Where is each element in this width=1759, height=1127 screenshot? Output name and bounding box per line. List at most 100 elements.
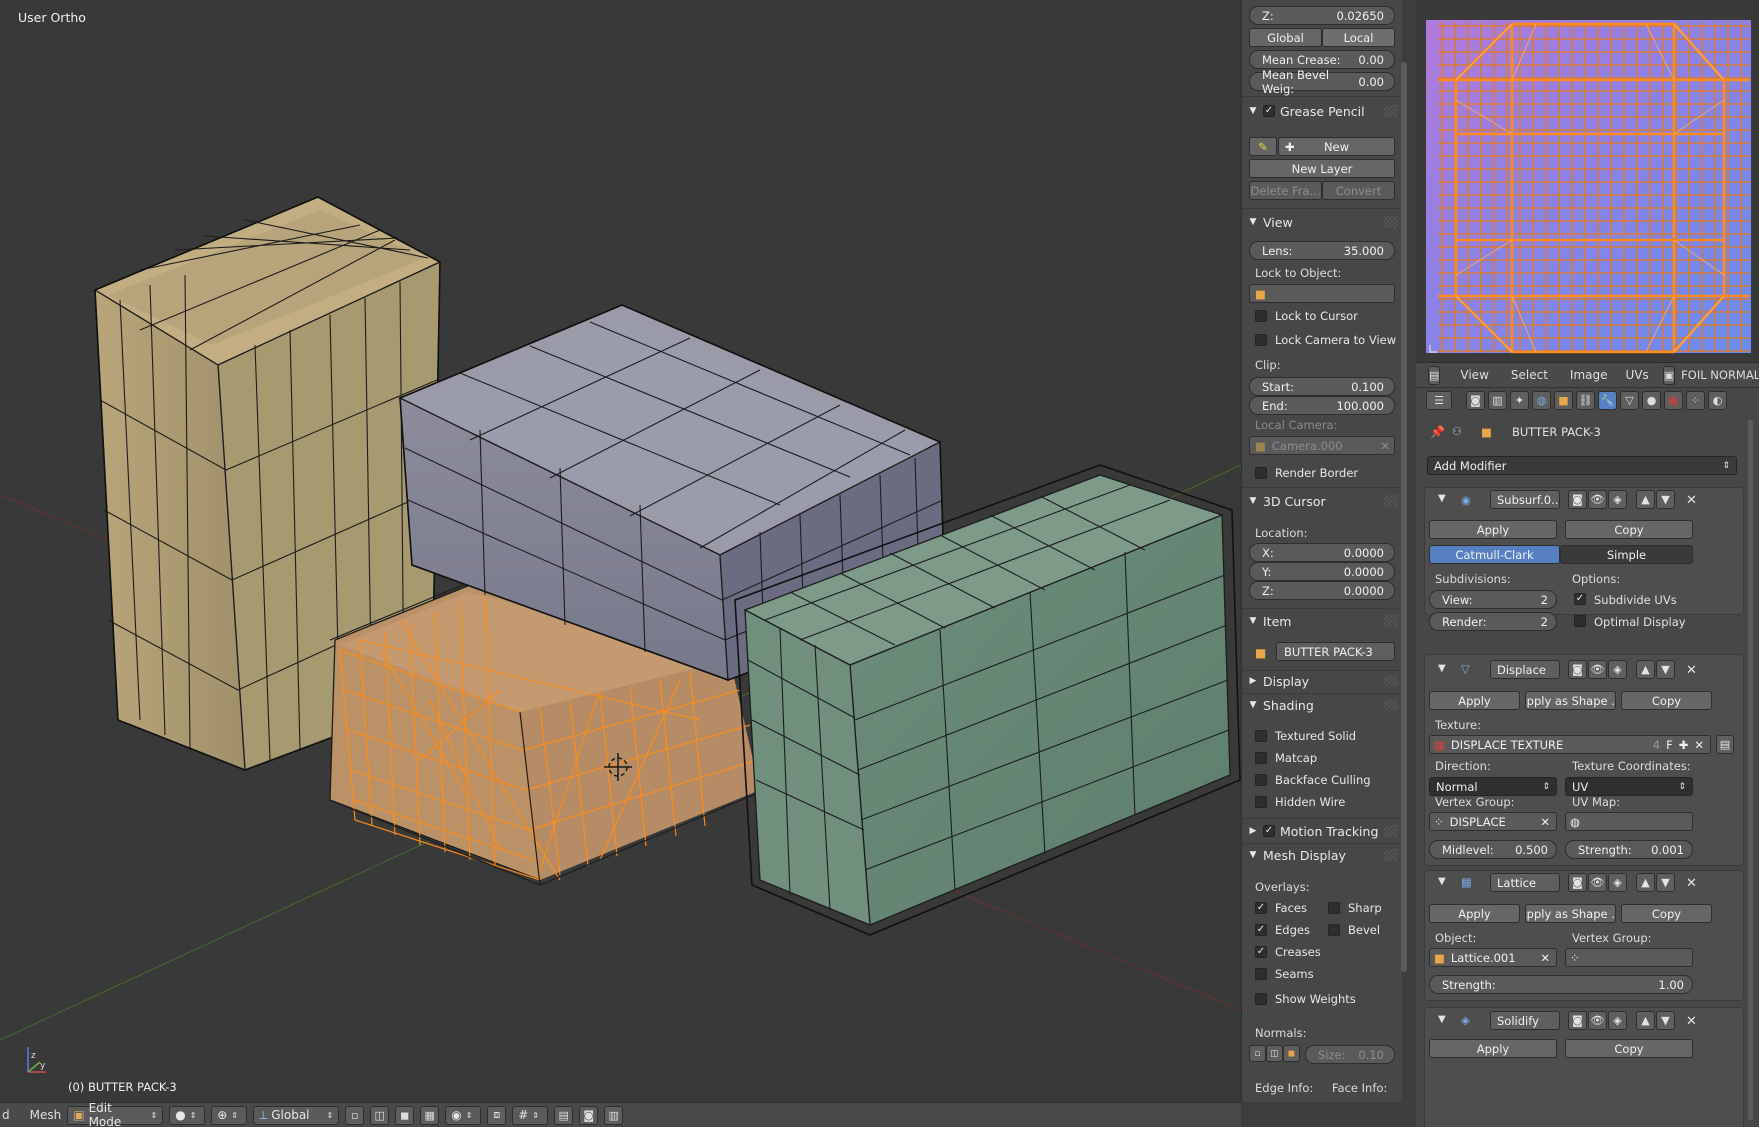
object-tab-icon[interactable]: ■ [1554, 391, 1573, 410]
physics-tab-icon[interactable]: ◐ [1708, 391, 1727, 410]
displace-apply-button[interactable]: Apply [1429, 691, 1520, 710]
grease-pencil-datablock[interactable]: ✎ [1249, 137, 1277, 156]
display-header[interactable]: ▶ Display [1248, 671, 1398, 691]
viewport-toggle-icon[interactable]: 👁 [1588, 1011, 1607, 1030]
opengl-render-icon[interactable]: ▤ [554, 1105, 574, 1125]
shading-header[interactable]: ▼ Shading [1248, 695, 1398, 715]
textured-solid-checkbox[interactable]: Textured Solid [1255, 729, 1356, 743]
orientation-selector[interactable]: ⟂ Global ⇕ [253, 1105, 340, 1125]
clear-x-icon[interactable]: ✕ [1540, 815, 1550, 829]
mean-bevel-field[interactable]: Mean Bevel Weig: 0.00 [1249, 68, 1395, 96]
direction-dropdown[interactable]: Normal ⇕ [1429, 777, 1557, 796]
render-toggle-icon[interactable]: ◙ [1568, 490, 1587, 509]
normal-size-field[interactable]: Size: 0.10 [1305, 1045, 1395, 1064]
seams-checkbox[interactable]: Seams [1255, 967, 1314, 981]
drag-grip-icon[interactable] [1384, 495, 1398, 507]
texture-tab-icon[interactable]: ▦ [1664, 391, 1683, 410]
subsurf-view-levels[interactable]: View: 2 [1429, 590, 1557, 609]
uv-menu-view[interactable]: View [1460, 368, 1488, 382]
median-z-field[interactable]: Z: 0.02650 [1249, 6, 1395, 25]
uv-texture-canvas[interactable] [1416, 0, 1759, 362]
clear-x-icon[interactable]: ✕ [1380, 439, 1394, 453]
collapse-triangle-icon[interactable]: ▼ [1438, 663, 1446, 674]
viewport-scene[interactable]: z y [0, 0, 1241, 1102]
move-down-icon[interactable]: ▼ [1656, 873, 1675, 892]
item-name-field[interactable]: BUTTER PACK-3 [1276, 642, 1395, 661]
data-tab-icon[interactable]: ▽ [1620, 391, 1639, 410]
move-up-icon[interactable]: ▲ [1636, 873, 1655, 892]
pivot-selector[interactable]: ⊕ ⇕ [211, 1105, 248, 1125]
render-border-checkbox[interactable]: Render Border [1255, 466, 1358, 480]
vertex-group-field[interactable]: ⁘ DISPLACE ✕ [1429, 812, 1557, 831]
material-tab-icon[interactable]: ● [1642, 391, 1661, 410]
render-layers-tab-icon[interactable]: ▥ [1488, 391, 1507, 410]
catmull-clark-toggle[interactable]: Catmull-Clark [1429, 545, 1560, 564]
move-up-icon[interactable]: ▲ [1636, 660, 1655, 679]
mode-selector[interactable]: ▣ Edit Mode ⇕ [67, 1101, 164, 1127]
snap-toggle-icon[interactable]: ⧈ [487, 1105, 507, 1125]
remove-modifier-icon[interactable]: ✕ [1686, 876, 1697, 891]
convert-button[interactable]: Convert [1322, 181, 1395, 200]
item-header[interactable]: ▼ Item [1248, 611, 1398, 631]
subsurf-apply-button[interactable]: Apply [1429, 520, 1557, 539]
new-layer-button[interactable]: New Layer [1249, 159, 1395, 178]
clip-end-field[interactable]: End: 100.000 [1249, 396, 1395, 415]
mean-crease-field[interactable]: Mean Crease: 0.00 [1249, 50, 1395, 69]
show-weights-checkbox[interactable]: Show Weights [1255, 992, 1356, 1006]
solidify-copy-button[interactable]: Copy [1565, 1039, 1693, 1058]
backface-culling-checkbox[interactable]: Backface Culling [1255, 773, 1371, 787]
displace-name-field[interactable]: Displace [1490, 660, 1560, 679]
uv-menu-select[interactable]: Select [1511, 368, 1548, 382]
camera-render-icon[interactable]: ◙ [579, 1105, 599, 1125]
bevel-checkbox[interactable]: Bevel [1328, 923, 1380, 937]
optimal-display-checkbox[interactable]: Optimal Display [1574, 615, 1686, 629]
fake-user-toggle[interactable]: F [1666, 738, 1673, 752]
viewport-toggle-icon[interactable]: 👁 [1588, 660, 1607, 679]
local-toggle[interactable]: Local [1322, 28, 1395, 47]
creases-checkbox[interactable]: ✓ Creases [1255, 945, 1321, 959]
render-tab-icon[interactable]: ◙ [1466, 391, 1485, 410]
viewport-toggle-icon[interactable]: 👁 [1588, 873, 1607, 892]
drag-grip-icon[interactable] [1384, 615, 1398, 627]
unlink-icon[interactable]: ✕ [1694, 738, 1704, 752]
particles-tab-icon[interactable]: ⁘ [1686, 391, 1705, 410]
remove-modifier-icon[interactable]: ✕ [1686, 493, 1697, 508]
edges-checkbox[interactable]: ✓ Edges [1255, 923, 1310, 937]
move-down-icon[interactable]: ▼ [1656, 660, 1675, 679]
lattice-apply-as-shape-button[interactable]: Apply as Shape ... [1525, 904, 1616, 923]
move-up-icon[interactable]: ▲ [1636, 1011, 1655, 1030]
move-up-icon[interactable]: ▲ [1636, 490, 1655, 509]
uv-map-field[interactable]: ◍ [1565, 812, 1693, 831]
subsurf-render-levels[interactable]: Render: 2 [1429, 612, 1557, 631]
local-camera-field[interactable]: ■ Camera.000 ✕ [1249, 436, 1395, 455]
modifiers-tab-icon[interactable]: 🔧 [1598, 391, 1617, 410]
face-select-icon[interactable]: ◼ [395, 1105, 415, 1125]
uv-menu-image[interactable]: Image [1570, 368, 1608, 382]
collapse-triangle-icon[interactable]: ▼ [1438, 1014, 1446, 1025]
editmode-toggle-icon[interactable]: ◈ [1608, 873, 1627, 892]
editmode-toggle-icon[interactable]: ◈ [1608, 490, 1627, 509]
texture-browse-icon[interactable]: ▤ [1716, 735, 1734, 754]
grease-pencil-checkbox[interactable]: ✓ [1263, 105, 1275, 117]
drag-grip-icon[interactable] [1384, 699, 1398, 711]
clear-x-icon[interactable]: ✕ [1540, 951, 1550, 965]
shelf-scrollbar[interactable] [1401, 62, 1407, 972]
editmode-toggle-icon[interactable]: ◈ [1608, 1011, 1627, 1030]
cursor-y-field[interactable]: Y: 0.0000 [1249, 562, 1395, 581]
global-toggle[interactable]: Global [1249, 28, 1322, 47]
hidden-wire-checkbox[interactable]: Hidden Wire [1255, 795, 1345, 809]
solidify-name-field[interactable]: Solidify [1490, 1011, 1560, 1030]
solidify-apply-button[interactable]: Apply [1429, 1039, 1557, 1058]
view-panel-header[interactable]: ▼ View [1248, 212, 1398, 232]
motion-tracking-header[interactable]: ▶ ✓ Motion Tracking [1248, 821, 1398, 841]
pin-icon[interactable]: 📌 [1430, 425, 1445, 439]
viewport-toggle-icon[interactable]: 👁 [1588, 490, 1607, 509]
lattice-name-field[interactable]: Lattice [1490, 873, 1560, 892]
drag-grip-icon[interactable] [1384, 216, 1398, 228]
image-name-field[interactable]: FOIL NORMAL [1681, 368, 1759, 382]
matcap-checkbox[interactable]: Matcap [1255, 751, 1317, 765]
uv-menu-uvs[interactable]: UVs [1626, 368, 1649, 382]
lattice-apply-button[interactable]: Apply [1429, 904, 1520, 923]
limit-selection-icon[interactable]: ▦ [420, 1105, 440, 1125]
grease-pencil-header[interactable]: ▼ ✓ Grease Pencil [1248, 101, 1398, 121]
